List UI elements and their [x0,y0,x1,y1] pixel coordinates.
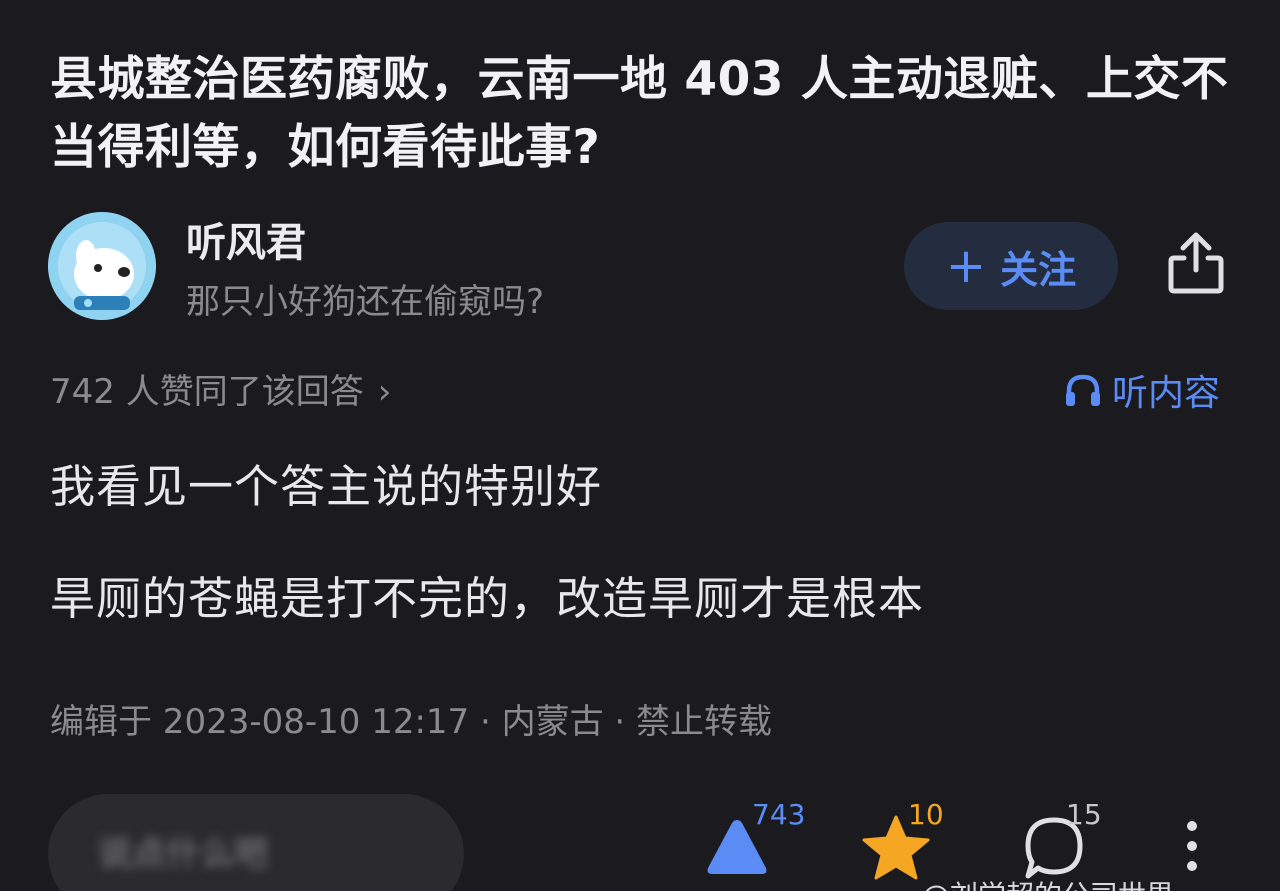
answer-paragraph: 我看见一个答主说的特别好 [50,460,603,513]
headphones-icon [1066,374,1100,406]
listen-label: 听内容 [1112,373,1221,414]
follow-label: 关注 [1000,247,1077,292]
comment-count: 15 [1066,798,1102,831]
comment-placeholder: 说点什么吧 [98,834,268,874]
listen-content-button[interactable]: 听内容 [1064,364,1220,416]
author-bio: 那只小好狗还在偷窥吗? [186,282,545,322]
upvote-count: 743 [752,798,806,831]
upvote-summary-text: 742 人赞同了该回答 [50,372,364,412]
dog-astronaut-avatar-icon [48,212,156,320]
chevron-right-icon: › [377,372,392,412]
plus-icon: + [945,238,987,294]
question-title[interactable]: 县城整治医药腐败，云南一地 403 人主动退赃、上交不当得利等，如何看待此事? [50,46,1240,182]
edit-meta: 编辑于 2023-08-10 12:17 · 内蒙古 · 禁止转载 [50,702,773,742]
follow-button[interactable]: + 关注 [904,222,1118,310]
answer-paragraph: 旱厕的苍蝇是打不完的，改造旱厕才是根本 [50,572,925,625]
share-icon[interactable] [1166,230,1226,296]
more-vertical-icon[interactable] [1182,818,1202,874]
watermark: @刘学超的公司世界 [922,874,1174,891]
answer-page: 县城整治医药腐败，云南一地 403 人主动退赃、上交不当得利等，如何看待此事? … [0,0,1280,891]
upvote-summary-link[interactable]: 742 人赞同了该回答 › [50,364,391,413]
author-avatar[interactable] [48,212,156,320]
favorite-count: 10 [908,798,944,831]
author-name[interactable]: 听风君 [186,210,306,268]
